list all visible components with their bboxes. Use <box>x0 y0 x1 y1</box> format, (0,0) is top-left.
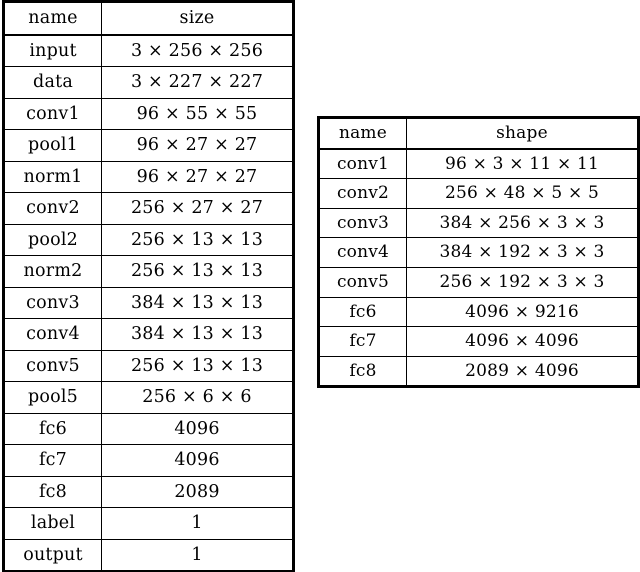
table-row: fc6 4096 × 9216 <box>318 296 639 328</box>
cell-layer-name: conv5 <box>3 349 102 382</box>
cell-layer-value: 2089 <box>101 475 294 508</box>
cell-layer-value: 96 × 27 × 27 <box>101 160 294 193</box>
cell-layer-value: 3 × 256 × 256 <box>101 34 294 67</box>
cell-layer-name: conv1 <box>3 97 102 130</box>
cell-layer-value: 384 × 192 × 3 × 3 <box>406 237 639 268</box>
cell-layer-name: fc8 <box>318 355 407 388</box>
cell-layer-value: 384 × 13 × 13 <box>101 318 294 351</box>
table-row: pool5 256 × 6 × 6 <box>3 381 294 414</box>
cell-layer-value: 96 × 3 × 11 × 11 <box>406 148 639 180</box>
table-row: label 1 <box>3 507 294 540</box>
table-row: conv4 384 × 13 × 13 <box>3 318 294 351</box>
cell-layer-value: 3 × 227 × 227 <box>101 66 294 99</box>
cell-layer-value: 384 × 256 × 3 × 3 <box>406 207 639 239</box>
cell-layer-name: pool5 <box>3 381 102 414</box>
cell-layer-value: 256 × 6 × 6 <box>101 381 294 414</box>
table-row: conv3 384 × 256 × 3 × 3 <box>318 207 639 239</box>
table-row: output 1 <box>3 538 294 572</box>
cell-layer-value: 4096 <box>101 444 294 477</box>
table-row: norm2 256 × 13 × 13 <box>3 255 294 288</box>
cell-layer-name: conv2 <box>3 192 102 225</box>
table-row: fc6 4096 <box>3 412 294 445</box>
cell-layer-value: 256 × 13 × 13 <box>101 223 294 256</box>
cell-layer-value: 256 × 13 × 13 <box>101 255 294 288</box>
table-row: conv1 96 × 3 × 11 × 11 <box>318 148 639 180</box>
column-header-size: size <box>101 1 294 36</box>
table-row: norm1 96 × 27 × 27 <box>3 160 294 193</box>
cell-layer-value: 2089 × 4096 <box>406 355 639 388</box>
column-header-name: name <box>3 1 102 36</box>
cell-layer-name: conv4 <box>3 318 102 351</box>
cell-layer-value: 4096 <box>101 412 294 445</box>
cell-layer-name: fc6 <box>3 412 102 445</box>
cell-layer-name: conv5 <box>318 266 407 298</box>
table-row: fc7 4096 <box>3 444 294 477</box>
cell-layer-name: norm2 <box>3 255 102 288</box>
cell-layer-name: fc8 <box>3 475 102 508</box>
table-row: input 3 × 256 × 256 <box>3 34 294 67</box>
table-row: conv5 256 × 192 × 3 × 3 <box>318 266 639 298</box>
cell-layer-name: conv1 <box>318 148 407 180</box>
table-header-row: name shape <box>318 117 639 150</box>
cell-layer-value: 96 × 55 × 55 <box>101 97 294 130</box>
cell-layer-name: fc7 <box>318 326 407 357</box>
cell-layer-value: 256 × 27 × 27 <box>101 192 294 225</box>
cell-layer-name: conv3 <box>318 207 407 239</box>
table-row: conv1 96 × 55 × 55 <box>3 97 294 130</box>
cell-layer-value: 256 × 13 × 13 <box>101 349 294 382</box>
table-row: fc8 2089 <box>3 475 294 508</box>
cell-layer-value: 256 × 48 × 5 × 5 <box>406 178 639 209</box>
cell-layer-value: 4096 × 4096 <box>406 326 639 357</box>
layer-parameter-shapes-table-body: name shape conv1 96 × 3 × 11 × 11 conv2 256 ×… <box>318 117 639 388</box>
cell-layer-name: input <box>3 34 102 67</box>
table-row: conv2 256 × 27 × 27 <box>3 192 294 225</box>
table-row: fc7 4096 × 4096 <box>318 326 639 357</box>
table-row: pool2 256 × 13 × 13 <box>3 223 294 256</box>
layer-parameter-shapes-table: name shape conv1 96 × 3 × 11 × 11 conv2 256 ×… <box>318 117 639 388</box>
cell-layer-value: 384 × 13 × 13 <box>101 286 294 319</box>
cell-layer-name: norm1 <box>3 160 102 193</box>
cell-layer-value: 256 × 192 × 3 × 3 <box>406 266 639 298</box>
table-row: pool1 96 × 27 × 27 <box>3 129 294 162</box>
column-header-name: name <box>318 117 407 150</box>
table-row: conv2 256 × 48 × 5 × 5 <box>318 178 639 209</box>
cell-layer-value: 1 <box>101 538 294 572</box>
cell-layer-value: 4096 × 9216 <box>406 296 639 328</box>
blob-sizes-table-body: name size input 3 × 256 × 256 data 3 × 227 × … <box>3 1 294 572</box>
table-row: data 3 × 227 × 227 <box>3 66 294 99</box>
column-header-shape: shape <box>406 117 639 150</box>
table-row: fc8 2089 × 4096 <box>318 355 639 388</box>
cell-layer-name: data <box>3 66 102 99</box>
table-row: conv3 384 × 13 × 13 <box>3 286 294 319</box>
cell-layer-name: conv4 <box>318 237 407 268</box>
cell-layer-name: conv2 <box>318 178 407 209</box>
cell-layer-name: pool1 <box>3 129 102 162</box>
table-header-row: name size <box>3 1 294 36</box>
cell-layer-name: pool2 <box>3 223 102 256</box>
table-row: conv5 256 × 13 × 13 <box>3 349 294 382</box>
blob-sizes-table: name size input 3 × 256 × 256 data 3 × 227 × … <box>3 1 294 572</box>
cell-layer-name: label <box>3 507 102 540</box>
cell-layer-value: 1 <box>101 507 294 540</box>
cell-layer-name: fc7 <box>3 444 102 477</box>
cell-layer-name: conv3 <box>3 286 102 319</box>
cell-layer-name: fc6 <box>318 296 407 328</box>
cell-layer-value: 96 × 27 × 27 <box>101 129 294 162</box>
table-row: conv4 384 × 192 × 3 × 3 <box>318 237 639 268</box>
cell-layer-name: output <box>3 538 102 572</box>
